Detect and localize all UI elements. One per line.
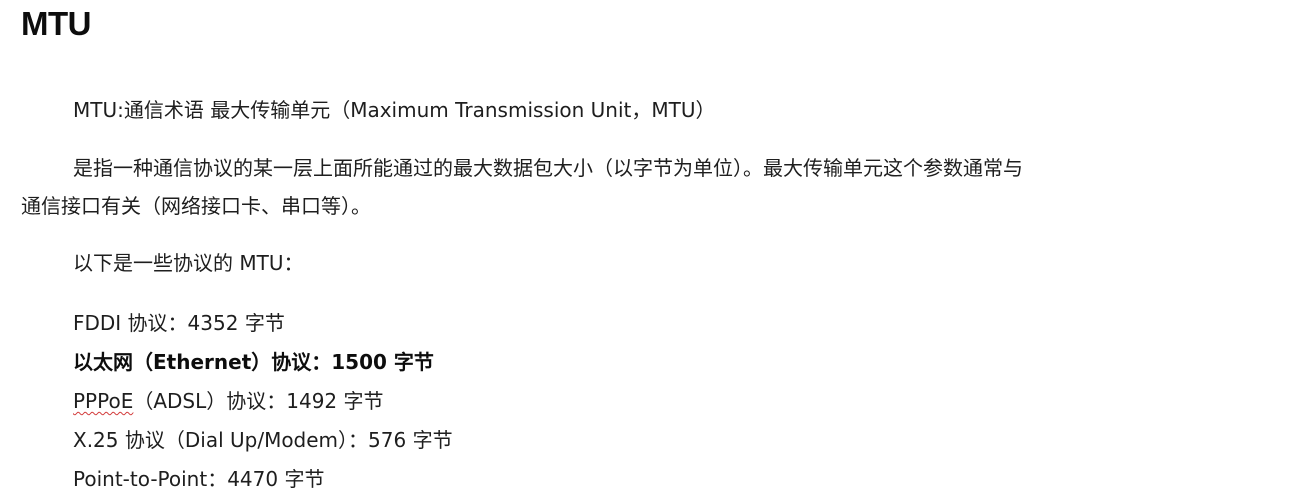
list-item-ethernet: 以太网（Ethernet）协议：1500 字节 — [73, 350, 434, 374]
protocol-mtu-list: FDDI 协议：4352 字节 以太网（Ethernet）协议：1500 字节 … — [73, 304, 453, 499]
protocol-list-intro: 以下是一些协议的 MTU： — [73, 251, 304, 275]
mtu-description-line-2: 通信接口有关（网络接口卡、串口等）。 — [21, 194, 371, 218]
list-item-pppoe-detail: （ADSL）协议：1492 字节 — [133, 389, 384, 413]
document-title: MTU — [21, 5, 91, 42]
list-item-x25: X.25 协议（Dial Up/Modem）：576 字节 — [73, 428, 453, 452]
mtu-definition: MTU:通信术语 最大传输单元（Maximum Transmission Uni… — [73, 98, 716, 122]
list-item-fddi: FDDI 协议：4352 字节 — [73, 311, 285, 335]
list-item-pppoe: PPPoE（ADSL）协议：1492 字节 — [73, 382, 453, 421]
spellcheck-flagged-word: PPPoE — [73, 389, 134, 413]
list-item-point-to-point: Point-to-Point：4470 字节 — [73, 467, 325, 491]
mtu-description-line-1: 是指一种通信协议的某一层上面所能通过的最大数据包大小（以字节为单位）。最大传输单… — [73, 156, 1023, 180]
